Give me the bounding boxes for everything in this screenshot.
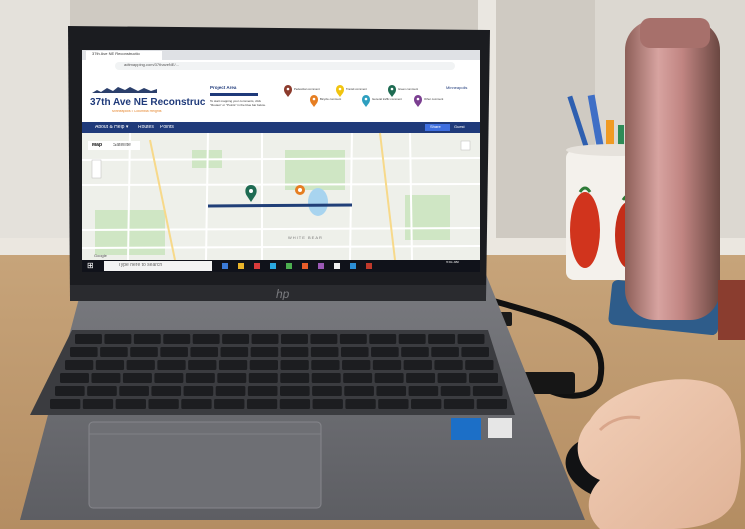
taskbar-app-icon[interactable] [302, 263, 308, 269]
browser-tab-title[interactable]: 37th Ave NE Reconstructio [92, 52, 160, 56]
windows-start-icon[interactable]: ⊞ [87, 262, 97, 270]
project-instructions: To start mapping your comments, click "R… [210, 100, 266, 107]
project-route-line [207, 203, 353, 208]
nav-about[interactable]: About & Help ▾ [95, 125, 135, 130]
taskbar-app-icon[interactable] [254, 263, 260, 269]
windows-sticker [488, 418, 512, 438]
map-tab-map[interactable]: Map [92, 143, 112, 148]
touchpad[interactable] [88, 421, 322, 509]
screen: Pedestrian comment Bicycle comment Transit… [81, 50, 481, 272]
fullscreen-button[interactable] [460, 140, 471, 151]
brand-minneapolis: Minneapolis [446, 86, 468, 90]
project-area-label: Project Area [210, 86, 237, 90]
taskbar-app-icon[interactable] [318, 263, 324, 269]
taskbar-app-icon[interactable] [222, 263, 228, 269]
intel-sticker [451, 418, 481, 440]
marker-legend-label: Pedestrian comment [294, 87, 320, 91]
nav-points[interactable]: Points [160, 125, 184, 130]
book-edge [718, 280, 745, 340]
google-brand: Google [94, 254, 107, 258]
marker-legend-label: Transit comment [346, 87, 367, 91]
map-pin-orange[interactable] [295, 185, 305, 195]
address-bar-url[interactable]: adtmapping.com/37thaveNE/... [124, 63, 244, 67]
nav-routes[interactable]: Routes [138, 125, 162, 130]
taskbar-app-icon[interactable] [238, 263, 244, 269]
marker-legend-label: Green comment [398, 87, 418, 91]
marker-legend-label: General traffic comment [372, 97, 402, 101]
window-frame-left [0, 0, 70, 265]
taskbar-app-icon[interactable] [270, 263, 276, 269]
nav-guest[interactable]: Guest [454, 125, 474, 129]
taskbar-app-icon[interactable] [366, 263, 372, 269]
laptop-logo: hp [276, 288, 290, 300]
taskbar-app-icon[interactable] [334, 263, 340, 269]
map-label-white-bear: WHITE BEAR [288, 236, 323, 240]
taskbar-search-placeholder[interactable]: Type here to search [118, 263, 208, 268]
water-bottle [625, 20, 720, 320]
bottle-cap [640, 18, 710, 48]
project-area-bar [210, 93, 258, 96]
nav-share[interactable]: Share [430, 125, 450, 129]
marker-legend-label: Other comment [424, 97, 443, 101]
zoom-control[interactable] [91, 159, 102, 179]
site-title: 37th Ave NE Reconstruction [90, 98, 205, 108]
map-tab-satellite[interactable]: Satellite [113, 143, 139, 148]
taskbar-app-icon[interactable] [286, 263, 292, 269]
site-subtitle: Minneapolis • Columbia Heights [112, 110, 162, 113]
marker-legend-label: Bicycle comment [320, 97, 341, 101]
taskbar-clock: 9:51 AM [446, 261, 459, 264]
taskbar-app-icon[interactable] [350, 263, 356, 269]
